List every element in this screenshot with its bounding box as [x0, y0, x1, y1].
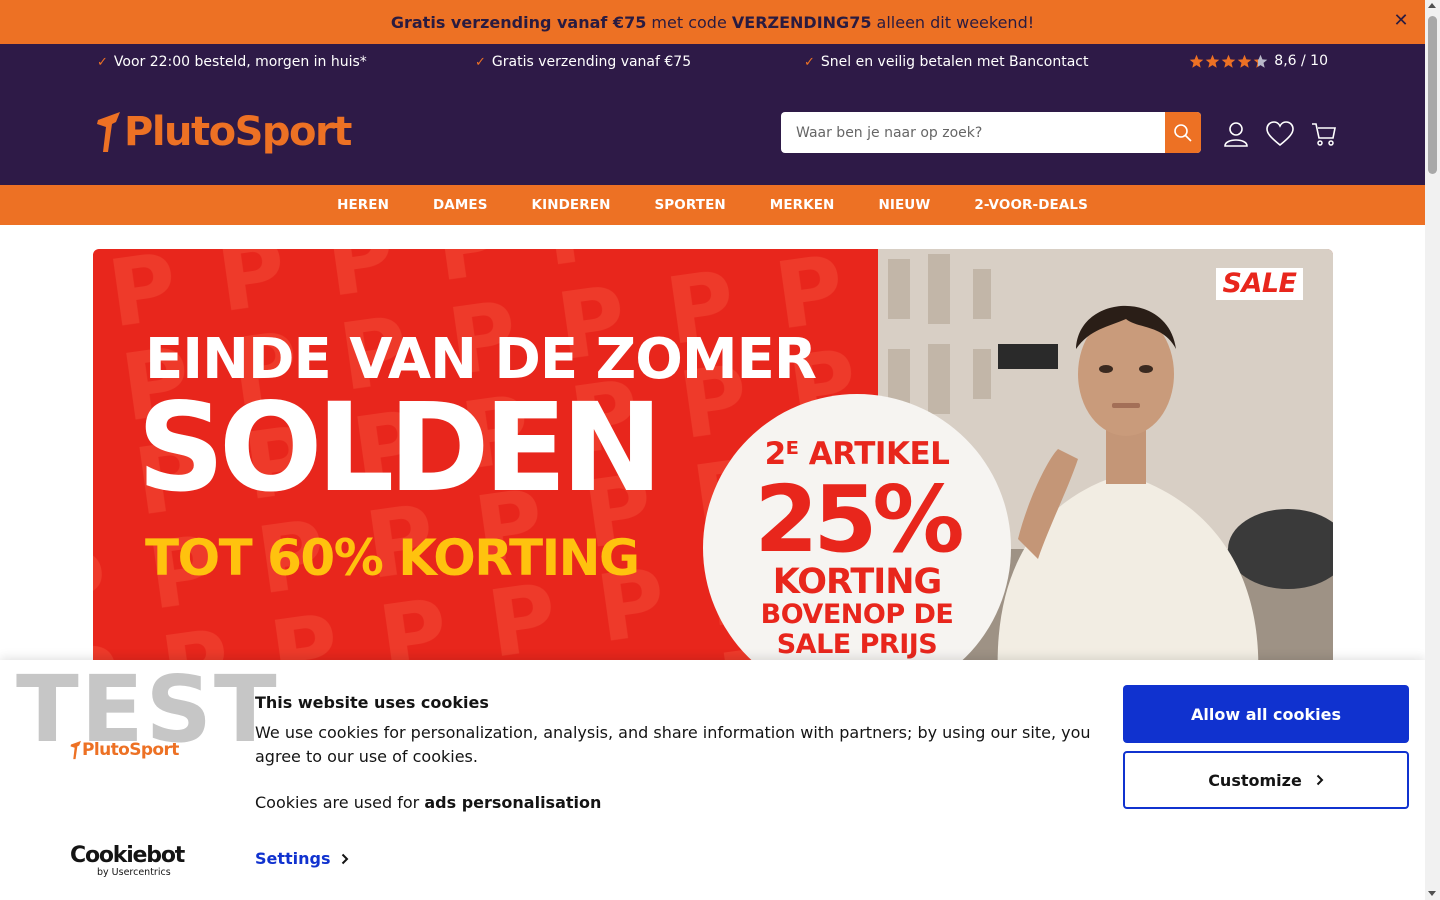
customize-cookies-button[interactable]: Customize [1123, 751, 1409, 809]
rating-stars [1189, 54, 1268, 69]
site-logo[interactable]: PlutoSport [96, 108, 352, 156]
cookiebot-logo[interactable]: Cookiebot by Usercentrics [70, 844, 185, 879]
nav-item-kinderen[interactable]: KINDEREN [532, 197, 611, 213]
scroll-down-arrow-icon[interactable] [1428, 891, 1436, 896]
main-nav: HEREN DAMES KINDEREN SPORTEN MERKEN NIEU… [0, 185, 1425, 225]
rating-label: 8,6 / 10 [1274, 53, 1328, 69]
nav-item-dames[interactable]: DAMES [433, 197, 488, 213]
promo-text: Gratis verzending vanaf €75 met code VER… [390, 12, 1035, 32]
cart-button[interactable] [1310, 120, 1338, 148]
usp-delivery: ✓ Voor 22:00 besteld, morgen in huis* [97, 54, 367, 70]
nav-item-nieuw[interactable]: NIEUW [878, 197, 930, 213]
chevron-right-icon [1316, 774, 1324, 786]
hero-heading-line3: TOT 60% KORTING [145, 529, 640, 587]
check-icon: ✓ [475, 54, 486, 70]
close-icon[interactable]: ✕ [1391, 11, 1411, 31]
logo-mark-icon [97, 112, 120, 152]
logo-text: PlutoSport [124, 109, 352, 155]
heart-icon [1266, 121, 1294, 147]
account-icon [1224, 122, 1248, 147]
cookie-brand-logo: PlutoSport [70, 740, 179, 760]
cookie-purpose: Cookies are used for ads personalisation [255, 793, 602, 812]
wishlist-button[interactable] [1266, 120, 1294, 148]
nav-item-sporten[interactable]: SPORTEN [654, 197, 725, 213]
sale-badge: SALE [1216, 268, 1303, 300]
hero-banner[interactable]: P EINDE VAN DE ZOMER [93, 249, 1333, 679]
nav-item-heren[interactable]: HEREN [337, 197, 389, 213]
cart-icon [1312, 123, 1336, 146]
check-icon: ✓ [804, 54, 815, 70]
search-button[interactable] [1165, 112, 1201, 153]
cookie-title: This website uses cookies [255, 693, 489, 712]
search-bar [781, 112, 1201, 153]
promo-banner: Gratis verzending vanaf €75 met code VER… [0, 0, 1425, 44]
circle-line4: BOVENOP DE SALE PRIJS [760, 599, 954, 660]
hero-heading-line2: SOLDEN [137, 377, 663, 519]
customer-rating[interactable]: 8,6 / 10 [1189, 53, 1328, 69]
scroll-up-arrow-icon[interactable] [1428, 3, 1436, 8]
star-icon [1253, 54, 1268, 68]
usp-payment: ✓ Snel en veilig betalen met Bancontact [804, 54, 1089, 70]
cookie-banner: TEST PlutoSport Cookiebot by Usercentric… [0, 656, 1425, 900]
usp-free-shipping: ✓ Gratis verzending vanaf €75 [475, 54, 692, 70]
header-actions [1222, 120, 1338, 148]
nav-item-merken[interactable]: MERKEN [770, 197, 835, 213]
check-icon: ✓ [97, 54, 108, 70]
cookie-settings-link[interactable]: Settings [255, 849, 349, 868]
circle-line2: 25% [754, 466, 964, 573]
search-icon [1174, 123, 1192, 142]
cookie-description: We use cookies for personalization, anal… [255, 723, 1091, 766]
chevron-right-icon [341, 853, 348, 864]
circle-line3: KORTING [772, 562, 943, 602]
star-icon [1237, 54, 1252, 68]
star-icon [1189, 54, 1204, 68]
logo-mark-icon [70, 740, 81, 760]
nav-item-2-voor-deals[interactable]: 2-VOOR-DEALS [974, 197, 1088, 213]
scrollbar-thumb[interactable] [1428, 16, 1437, 174]
site-header: ✓ Voor 22:00 besteld, morgen in huis* ✓ … [0, 44, 1425, 185]
star-icon [1221, 54, 1236, 68]
search-input[interactable] [781, 112, 1165, 153]
account-button[interactable] [1222, 120, 1250, 148]
star-icon [1205, 54, 1220, 68]
allow-all-cookies-button[interactable]: Allow all cookies [1123, 685, 1409, 743]
discount-circle: 2ᴱ ARTIKEL 25% KORTING BOVENOP DE SALE P… [703, 394, 1011, 679]
page-scrollbar[interactable] [1425, 0, 1440, 900]
